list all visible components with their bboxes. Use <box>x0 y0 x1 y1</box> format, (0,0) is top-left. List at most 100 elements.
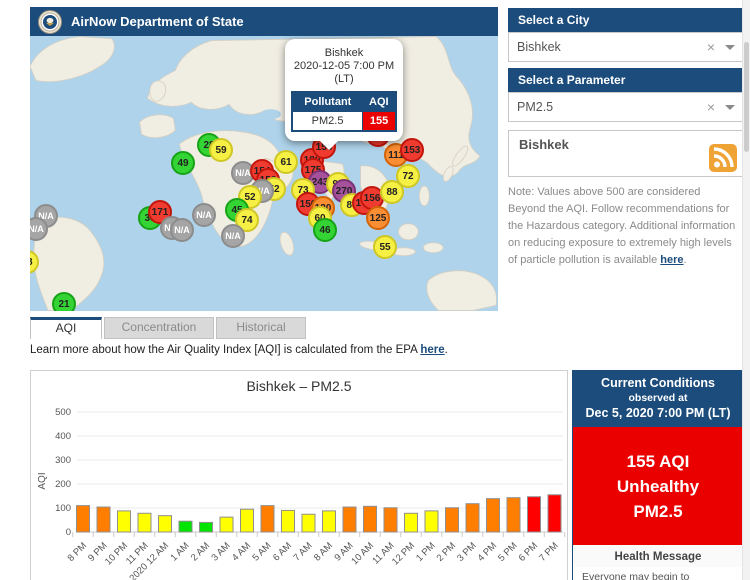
cc-observed-at: observed at <box>575 392 741 404</box>
x-axis-label: 10 PM <box>103 540 130 567</box>
popup-pollutant-value: PM2.5 <box>292 112 363 132</box>
learn-more-text: Learn more about how the Air Quality Ind… <box>30 344 448 356</box>
rss-feed-box: Bishkek <box>508 130 744 177</box>
map-marker[interactable]: 46 <box>313 218 337 242</box>
chart-bar[interactable] <box>302 514 315 532</box>
tab-concentration[interactable]: Concentration <box>104 317 214 339</box>
tab-aqi[interactable]: AQI <box>30 317 102 339</box>
chart-bar[interactable] <box>159 516 172 532</box>
rss-icon[interactable] <box>709 144 737 172</box>
y-axis-tick: 100 <box>55 503 71 514</box>
map[interactable]: N/AN/A6821492859N/A15415652N/A524574N/A3… <box>30 36 498 311</box>
aqi-alert-box: 155 AQI Unhealthy PM2.5 <box>573 427 743 545</box>
x-axis-label: 5 PM <box>496 540 520 564</box>
page: AirNow Department of State <box>0 0 750 580</box>
chart-bar[interactable] <box>405 513 418 532</box>
note-suffix: . <box>684 254 687 266</box>
parameter-select-value: PM2.5 <box>517 100 707 114</box>
map-marker[interactable]: 21 <box>52 292 76 311</box>
chart-bar[interactable] <box>241 509 254 532</box>
state-department-seal-icon <box>38 10 62 34</box>
map-marker[interactable]: 59 <box>209 138 233 162</box>
note-here-link[interactable]: here <box>660 254 683 266</box>
y-axis-tick: 200 <box>55 479 71 490</box>
map-marker[interactable]: N/A <box>221 224 245 248</box>
chart-bar[interactable] <box>261 506 274 532</box>
popup-datetime: 2020-12-05 7:00 PM <box>291 60 397 73</box>
map-popup: Bishkek 2020-12-05 7:00 PM (LT) Pollutan… <box>285 39 403 141</box>
city-select[interactable]: Bishkek × <box>508 32 744 62</box>
chart-bar[interactable] <box>200 522 213 532</box>
map-marker[interactable]: N/A <box>192 203 216 227</box>
chart-bar[interactable] <box>179 521 192 532</box>
cc-category: Unhealthy <box>573 474 743 499</box>
select-parameter-header: Select a Parameter <box>508 68 744 92</box>
chevron-down-icon[interactable] <box>725 45 735 50</box>
scrollbar-track[interactable] <box>742 0 750 580</box>
chart-bar[interactable] <box>487 499 500 532</box>
popup-timezone: (LT) <box>291 73 397 86</box>
clear-parameter-icon[interactable]: × <box>707 99 715 115</box>
parameter-card: Select a Parameter PM2.5 × <box>508 68 744 122</box>
chart-bar[interactable] <box>364 506 377 532</box>
learn-more-suffix: . <box>445 344 448 356</box>
epa-here-link[interactable]: here <box>420 344 444 356</box>
y-axis-tick: 500 <box>55 407 71 418</box>
tab-historical[interactable]: Historical <box>216 317 306 339</box>
popup-col-aqi: AQI <box>363 92 396 112</box>
x-axis-label: 3 AM <box>210 540 233 563</box>
note-prefix: Note: Values above 500 are considered Be… <box>508 186 735 266</box>
chart-bar[interactable] <box>528 497 541 532</box>
city-select-value: Bishkek <box>517 40 707 54</box>
cc-pollutant: PM2.5 <box>573 499 743 524</box>
chart-bar[interactable] <box>138 513 151 532</box>
chart-title: Bishkek – PM2.5 <box>31 378 567 394</box>
popup-aqi-value: 155 <box>363 112 396 132</box>
chart-bar[interactable] <box>118 511 131 532</box>
scrollbar-thumb[interactable] <box>744 42 749 152</box>
map-marker[interactable]: 61 <box>274 150 298 174</box>
popup-city: Bishkek <box>291 47 397 60</box>
map-marker[interactable]: 88 <box>380 180 404 204</box>
chart-bar[interactable] <box>548 495 561 532</box>
health-message-header: Health Message <box>573 545 743 567</box>
x-axis-label: 2 AM <box>189 540 212 563</box>
chart-bar[interactable] <box>446 508 459 532</box>
chart-bar[interactable] <box>343 507 356 532</box>
map-marker[interactable]: 153 <box>400 138 424 162</box>
x-axis-label: 3 PM <box>455 540 479 564</box>
city-card: Select a City Bishkek × <box>508 8 744 62</box>
chevron-down-icon[interactable] <box>725 105 735 110</box>
x-axis-label: 1 AM <box>169 540 192 563</box>
parameter-select[interactable]: PM2.5 × <box>508 92 744 122</box>
chart-bar[interactable] <box>384 508 397 532</box>
x-axis-label: 5 AM <box>251 540 274 563</box>
current-conditions-header: Current Conditions observed at Dec 5, 20… <box>573 371 743 427</box>
app-title: AirNow Department of State <box>71 14 244 29</box>
app-header: AirNow Department of State <box>30 7 498 36</box>
popup-col-pollutant: Pollutant <box>292 92 363 112</box>
chart-bar[interactable] <box>323 511 336 532</box>
clear-city-icon[interactable]: × <box>707 39 715 55</box>
y-axis-label: AQI <box>37 472 48 489</box>
chart-bar[interactable] <box>466 504 479 532</box>
chart-bar[interactable] <box>507 498 520 532</box>
x-axis-label: 4 PM <box>476 540 500 564</box>
chart-bar[interactable] <box>97 507 110 532</box>
x-axis-label: 6 PM <box>517 540 541 564</box>
chart-bar[interactable] <box>220 517 233 532</box>
y-axis-tick: 400 <box>55 431 71 442</box>
map-marker[interactable]: N/A <box>170 218 194 242</box>
x-axis-label: 10 AM <box>349 540 376 567</box>
health-message-text: Everyone may begin to experience health … <box>573 567 743 580</box>
x-axis-label: 1 PM <box>414 540 438 564</box>
map-marker[interactable]: 55 <box>373 235 397 259</box>
map-marker[interactable]: 49 <box>171 151 195 175</box>
map-marker[interactable]: 125 <box>366 206 390 230</box>
x-axis-label: 8 PM <box>66 540 90 564</box>
chart-bar[interactable] <box>282 510 295 532</box>
chart-bar[interactable] <box>77 506 90 532</box>
chart-bar[interactable] <box>425 511 438 532</box>
select-city-header: Select a City <box>508 8 744 32</box>
chart-panel: Bishkek – PM2.5 0100200300400500AQI8 PM9… <box>30 370 568 580</box>
